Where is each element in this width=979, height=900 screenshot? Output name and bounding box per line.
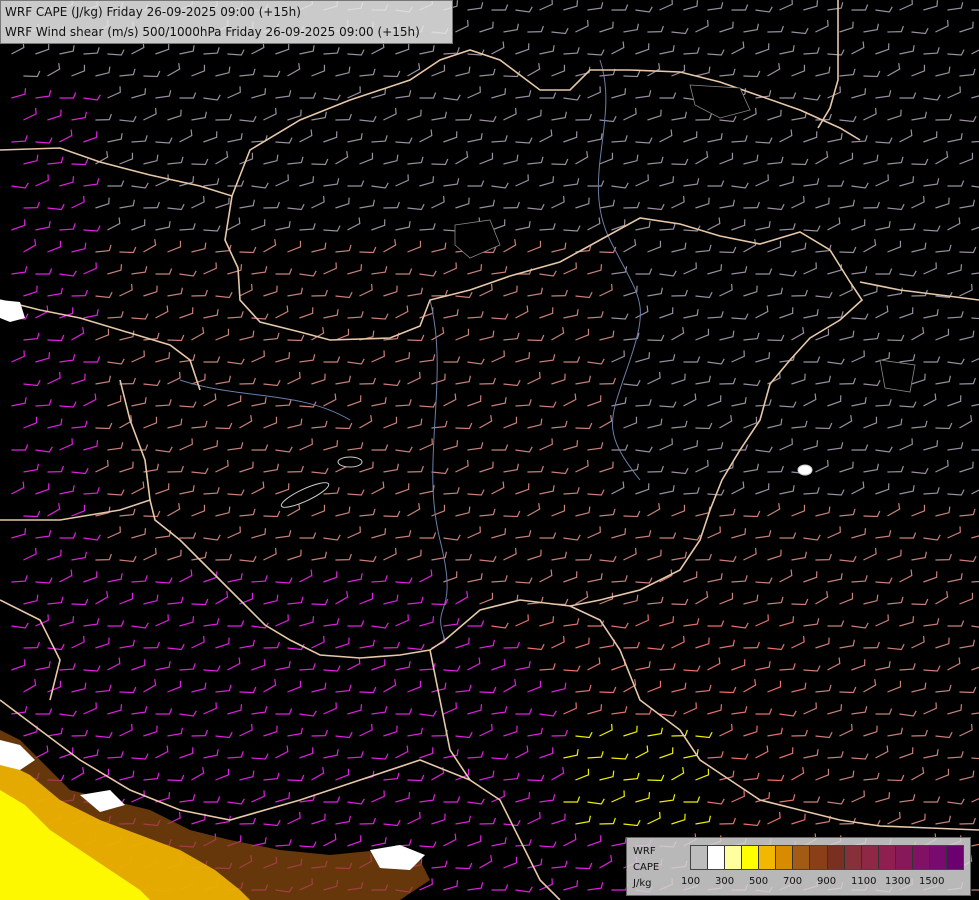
legend-color-cell bbox=[691, 846, 709, 869]
legend-field-label: CAPE bbox=[633, 862, 660, 873]
legend-color-cell bbox=[810, 846, 828, 869]
cape-legend: WRF CAPE J/kg 100 300 500 700 900 1100 1300 150… bbox=[626, 837, 971, 896]
legend-color-cell bbox=[759, 846, 777, 869]
legend-color-cell bbox=[725, 846, 743, 869]
legend-tick: 300 bbox=[715, 876, 735, 887]
legend-color-cell bbox=[827, 846, 845, 869]
lake bbox=[797, 464, 813, 476]
legend-tick: 900 bbox=[817, 876, 837, 887]
legend-tick: 1500 bbox=[919, 876, 945, 887]
weather-map bbox=[0, 0, 979, 900]
legend-color-cell bbox=[929, 846, 947, 869]
legend-tick: 100 bbox=[681, 876, 701, 887]
legend-color-cell bbox=[742, 846, 760, 869]
legend-tick: 500 bbox=[749, 876, 769, 887]
legend-model-label: WRF bbox=[633, 846, 656, 857]
map-background bbox=[0, 0, 979, 900]
legend-color-cell bbox=[861, 846, 879, 869]
map-title-box: WRF CAPE (J/kg) Friday 26-09-2025 09:00 … bbox=[0, 0, 453, 44]
lake bbox=[337, 456, 363, 468]
cape-title: WRF CAPE (J/kg) Friday 26-09-2025 09:00 … bbox=[5, 5, 301, 19]
legend-color-cell bbox=[708, 846, 726, 869]
legend-color-cell bbox=[912, 846, 930, 869]
legend-color-cell bbox=[895, 846, 913, 869]
legend-tick: 1300 bbox=[885, 876, 911, 887]
legend-color-cell bbox=[793, 846, 811, 869]
legend-color-cell bbox=[878, 846, 896, 869]
legend-unit-label: J/kg bbox=[633, 878, 652, 889]
terrain-mask bbox=[879, 359, 916, 393]
legend-color-cell bbox=[776, 846, 794, 869]
legend-tick: 700 bbox=[783, 876, 803, 887]
legend-color-cell bbox=[946, 846, 963, 869]
legend-tick: 1100 bbox=[851, 876, 877, 887]
legend-color-bar bbox=[690, 845, 964, 870]
legend-color-cell bbox=[844, 846, 862, 869]
wind-shear-title: WRF Wind shear (m/s) 500/1000hPa Friday … bbox=[5, 25, 420, 39]
